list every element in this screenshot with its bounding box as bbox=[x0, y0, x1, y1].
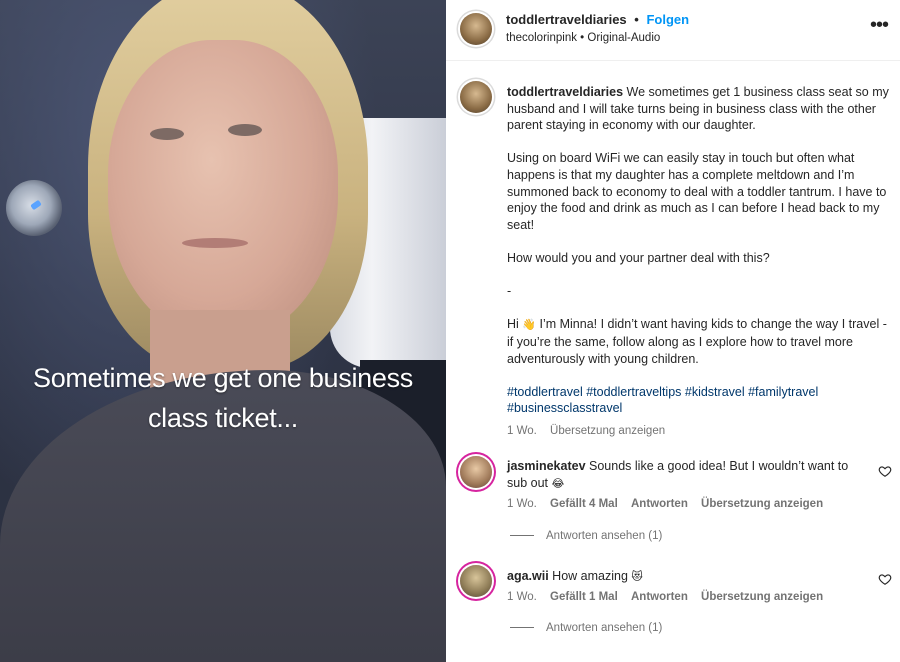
comment-meta: 1 Wo. Gefällt 1 Mal Antworten Übersetzun… bbox=[507, 591, 833, 603]
person-mouth bbox=[182, 238, 248, 248]
author-username[interactable]: toddlertraveldiaries bbox=[506, 12, 627, 27]
separator-dot: • bbox=[634, 12, 639, 27]
caption-paragraph-5: I’m Minna! I didn’t want having kids to … bbox=[507, 317, 887, 366]
caption-translate-link[interactable]: Übersetzung anzeigen bbox=[550, 425, 665, 437]
comment-body: jasminekatev Sounds like a good idea! Bu… bbox=[507, 458, 852, 492]
video-caption: Sometimes we get one business class tick… bbox=[0, 358, 446, 438]
more-horizontal-icon[interactable]: ••• bbox=[870, 14, 889, 37]
author-line: toddlertraveldiaries • Folgen bbox=[506, 12, 689, 27]
view-replies-label[interactable]: Antworten ansehen (1) bbox=[546, 530, 662, 542]
caption-avatar[interactable] bbox=[460, 81, 492, 113]
comment-time[interactable]: 1 Wo. bbox=[507, 591, 537, 603]
video-caption-line2: class ticket... bbox=[147, 403, 299, 433]
video-caption-line1: Sometimes we get one business bbox=[32, 363, 413, 393]
post-header: toddlertraveldiaries • Folgen thecolorin… bbox=[446, 0, 900, 61]
person-eye-left bbox=[150, 128, 184, 140]
audio-label[interactable]: Original-Audio bbox=[587, 32, 660, 44]
comment-username[interactable]: aga.wii bbox=[507, 569, 549, 583]
comment-translate-link[interactable]: Übersetzung anzeigen bbox=[701, 498, 823, 510]
caption-time[interactable]: 1 Wo. bbox=[507, 425, 537, 437]
comment-translate-link[interactable]: Übersetzung anzeigen bbox=[701, 591, 823, 603]
audio-separator: • bbox=[580, 32, 585, 44]
laughing-emoji-icon: 😂 bbox=[551, 476, 565, 490]
view-replies[interactable]: Antworten ansehen (1) bbox=[510, 622, 662, 634]
follow-button[interactable]: Folgen bbox=[646, 12, 689, 27]
comment-username[interactable]: jasminekatev bbox=[507, 459, 586, 473]
author-avatar[interactable] bbox=[460, 13, 492, 45]
comment-time[interactable]: 1 Wo. bbox=[507, 498, 537, 510]
view-replies[interactable]: Antworten ansehen (1) bbox=[510, 530, 662, 542]
view-replies-label[interactable]: Antworten ansehen (1) bbox=[546, 622, 662, 634]
caption-paragraph-3: How would you and your partner deal with… bbox=[507, 250, 770, 265]
caption-text: toddlertraveldiaries We sometimes get 1 … bbox=[507, 84, 890, 439]
audio-user[interactable]: thecolorinpink bbox=[506, 32, 577, 44]
caption-paragraph-4: - bbox=[507, 284, 512, 299]
comment-meta: 1 Wo. Gefällt 4 Mal Antworten Übersetzun… bbox=[507, 498, 833, 510]
comment-likes[interactable]: Gefällt 1 Mal bbox=[550, 591, 618, 603]
comment-likes[interactable]: Gefällt 4 Mal bbox=[550, 498, 618, 510]
audio-line: thecolorinpink • Original-Audio bbox=[506, 32, 660, 44]
caption-hi: Hi bbox=[507, 317, 519, 332]
heart-icon[interactable] bbox=[878, 464, 892, 478]
commenter-avatar[interactable] bbox=[460, 456, 492, 488]
caption-meta: 1 Wo. Übersetzung anzeigen bbox=[507, 423, 890, 440]
commenter-avatar[interactable] bbox=[460, 565, 492, 597]
comment-body: aga.wii How amazing 😻 bbox=[507, 568, 852, 586]
air-vent bbox=[6, 180, 62, 236]
video-player[interactable]: Sometimes we get one business class tick… bbox=[0, 0, 446, 662]
post-panel: toddlertraveldiaries • Folgen thecolorin… bbox=[446, 0, 900, 662]
caption-username[interactable]: toddlertraveldiaries bbox=[507, 85, 623, 99]
person-eye-right bbox=[228, 124, 262, 136]
replies-line bbox=[510, 627, 534, 629]
replies-line bbox=[510, 535, 534, 537]
comment-reply-link[interactable]: Antworten bbox=[631, 498, 688, 510]
comment-reply-link[interactable]: Antworten bbox=[631, 591, 688, 603]
heart-eyes-cat-emoji-icon: 😻 bbox=[631, 570, 643, 583]
wave-emoji-icon: 👋 bbox=[522, 318, 536, 332]
comment-text: How amazing bbox=[552, 569, 628, 583]
heart-icon[interactable] bbox=[878, 572, 892, 586]
caption-hashtags[interactable]: #toddlertravel #toddlertraveltips #kidst… bbox=[507, 384, 890, 417]
caption-paragraph-2: Using on board WiFi we can easily stay i… bbox=[507, 151, 887, 232]
person-face bbox=[108, 40, 338, 340]
